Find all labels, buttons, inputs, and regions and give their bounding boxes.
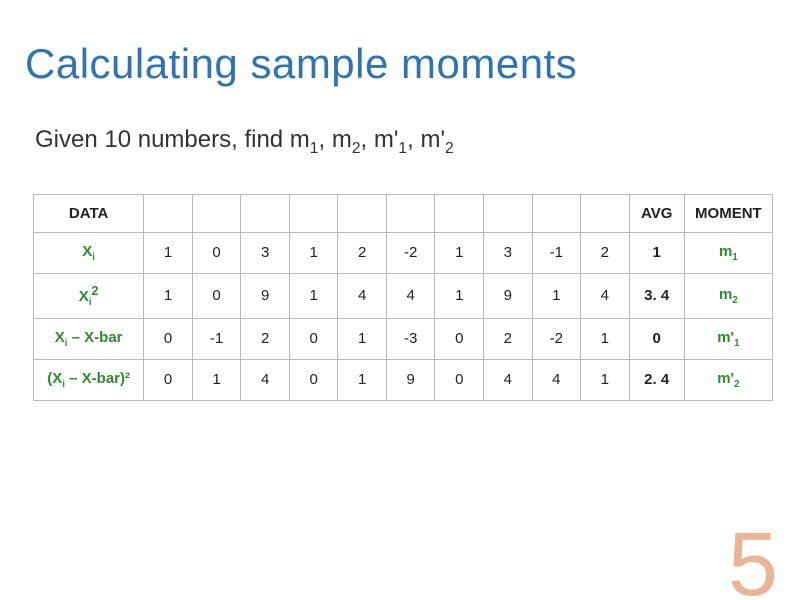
cell: 0	[289, 318, 338, 359]
page-number: 5	[728, 520, 778, 600]
cell: 2	[338, 232, 387, 273]
slide-subtitle: Given 10 numbers, find m1, m2, m'1, m'2	[35, 126, 775, 158]
avg-cell: 3. 4	[629, 273, 684, 318]
cell: 1	[435, 273, 484, 318]
table-row: (Xi – X-bar)² 0 1 4 0 1 9 0 4 4 1 2. 4 m…	[34, 359, 773, 400]
cell: 1	[338, 318, 387, 359]
avg-cell: 1	[629, 232, 684, 273]
moments-table: DATA AVG MOMENT Xi 1 0 3 1 2 -2 1 3 -1 2…	[33, 194, 773, 401]
cell: 9	[241, 273, 290, 318]
cell: 1	[289, 232, 338, 273]
cell: 4	[484, 359, 533, 400]
row-label: Xi	[34, 232, 144, 273]
cell: -1	[532, 232, 581, 273]
subtitle-sub-3: 1	[398, 140, 407, 157]
header-avg: AVG	[629, 194, 684, 232]
row-label: (Xi – X-bar)²	[34, 359, 144, 400]
cell: 1	[581, 359, 630, 400]
cell: 3	[241, 232, 290, 273]
table-row: Xi – X-bar 0 -1 2 0 1 -3 0 2 -2 1 0 m'1	[34, 318, 773, 359]
cell: 0	[435, 318, 484, 359]
avg-cell: 2. 4	[629, 359, 684, 400]
subtitle-sub-2: 2	[352, 140, 361, 157]
cell: 1	[192, 359, 241, 400]
cell: 2	[484, 318, 533, 359]
cell: 0	[144, 359, 193, 400]
cell: 4	[241, 359, 290, 400]
cell: 2	[241, 318, 290, 359]
cell: 9	[386, 359, 435, 400]
moment-cell: m'2	[684, 359, 772, 400]
cell: 0	[435, 359, 484, 400]
cell: 4	[532, 359, 581, 400]
cell: 1	[144, 273, 193, 318]
cell: 0	[289, 359, 338, 400]
cell: 4	[338, 273, 387, 318]
cell: 0	[192, 273, 241, 318]
moment-cell: m1	[684, 232, 772, 273]
subtitle-sub-1: 1	[310, 140, 319, 157]
moment-cell: m'1	[684, 318, 772, 359]
moment-cell: m2	[684, 273, 772, 318]
slide-title: Calculating sample moments	[25, 40, 775, 88]
header-moment: MOMENT	[684, 194, 772, 232]
cell: 4	[386, 273, 435, 318]
cell: 1	[144, 232, 193, 273]
subtitle-sub-4: 2	[445, 140, 454, 157]
cell: 0	[192, 232, 241, 273]
cell: 1	[581, 318, 630, 359]
cell: 1	[338, 359, 387, 400]
subtitle-text-prefix: Given 10 numbers, find m	[35, 126, 310, 153]
table-header-row: DATA AVG MOMENT	[34, 194, 773, 232]
table-row: Xi 1 0 3 1 2 -2 1 3 -1 2 1 m1	[34, 232, 773, 273]
cell: 1	[532, 273, 581, 318]
cell: 4	[581, 273, 630, 318]
cell: -2	[532, 318, 581, 359]
avg-cell: 0	[629, 318, 684, 359]
cell: 9	[484, 273, 533, 318]
cell: -1	[192, 318, 241, 359]
cell: 0	[144, 318, 193, 359]
row-label: Xi – X-bar	[34, 318, 144, 359]
cell: 3	[484, 232, 533, 273]
slide: Calculating sample moments Given 10 numb…	[0, 0, 800, 600]
cell: 1	[435, 232, 484, 273]
header-data: DATA	[34, 194, 144, 232]
cell: 2	[581, 232, 630, 273]
cell: 1	[289, 273, 338, 318]
row-label: Xi2	[34, 273, 144, 318]
table-row: Xi2 1 0 9 1 4 4 1 9 1 4 3. 4 m2	[34, 273, 773, 318]
cell: -3	[386, 318, 435, 359]
cell: -2	[386, 232, 435, 273]
